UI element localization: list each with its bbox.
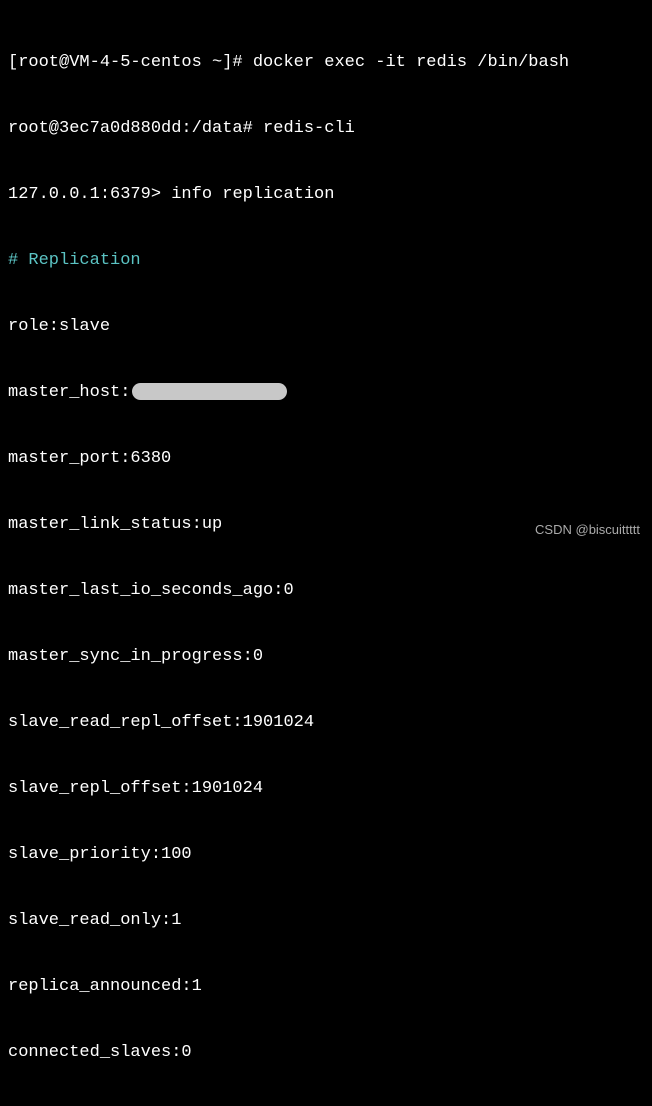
output-replica-announced: replica_announced:1 (8, 976, 644, 998)
prompt-user-container: root@3ec7a0d880dd:/data# (8, 119, 253, 138)
output-connected-slaves: connected_slaves:0 (8, 1042, 644, 1064)
watermark-text: CSDN @biscuittttt (535, 519, 640, 541)
output-role: role:slave (8, 316, 644, 338)
command-docker: docker exec -it redis /bin/bash (243, 53, 569, 72)
redis-prompt: 127.0.0.1:6379> info replication (8, 184, 644, 206)
redacted-mark (132, 383, 287, 400)
command-redis-cli: redis-cli (253, 119, 355, 138)
output-master-last-io: master_last_io_seconds_ago:0 (8, 580, 644, 602)
master-host-label: master_host: (8, 383, 130, 402)
output-slave-repl-offset: slave_repl_offset:1901024 (8, 778, 644, 800)
output-master-port: master_port:6380 (8, 448, 644, 470)
shell-prompt-container: root@3ec7a0d880dd:/data# redis-cli (8, 118, 644, 140)
shell-prompt-host: [root@VM-4-5-centos ~]# docker exec -it … (8, 52, 644, 74)
output-master-sync: master_sync_in_progress:0 (8, 646, 644, 668)
redis-host-port: 127.0.0.1:6379> (8, 185, 161, 204)
prompt-user-host: [root@VM-4-5-centos ~]# (8, 53, 243, 72)
command-info-replication: info replication (161, 185, 334, 204)
output-master-host: master_host: (8, 382, 644, 404)
output-slave-read-repl-offset: slave_read_repl_offset:1901024 (8, 712, 644, 734)
terminal-output[interactable]: [root@VM-4-5-centos ~]# docker exec -it … (8, 8, 644, 1106)
output-slave-priority: slave_priority:100 (8, 844, 644, 866)
output-slave-read-only: slave_read_only:1 (8, 910, 644, 932)
replication-header: # Replication (8, 250, 644, 272)
